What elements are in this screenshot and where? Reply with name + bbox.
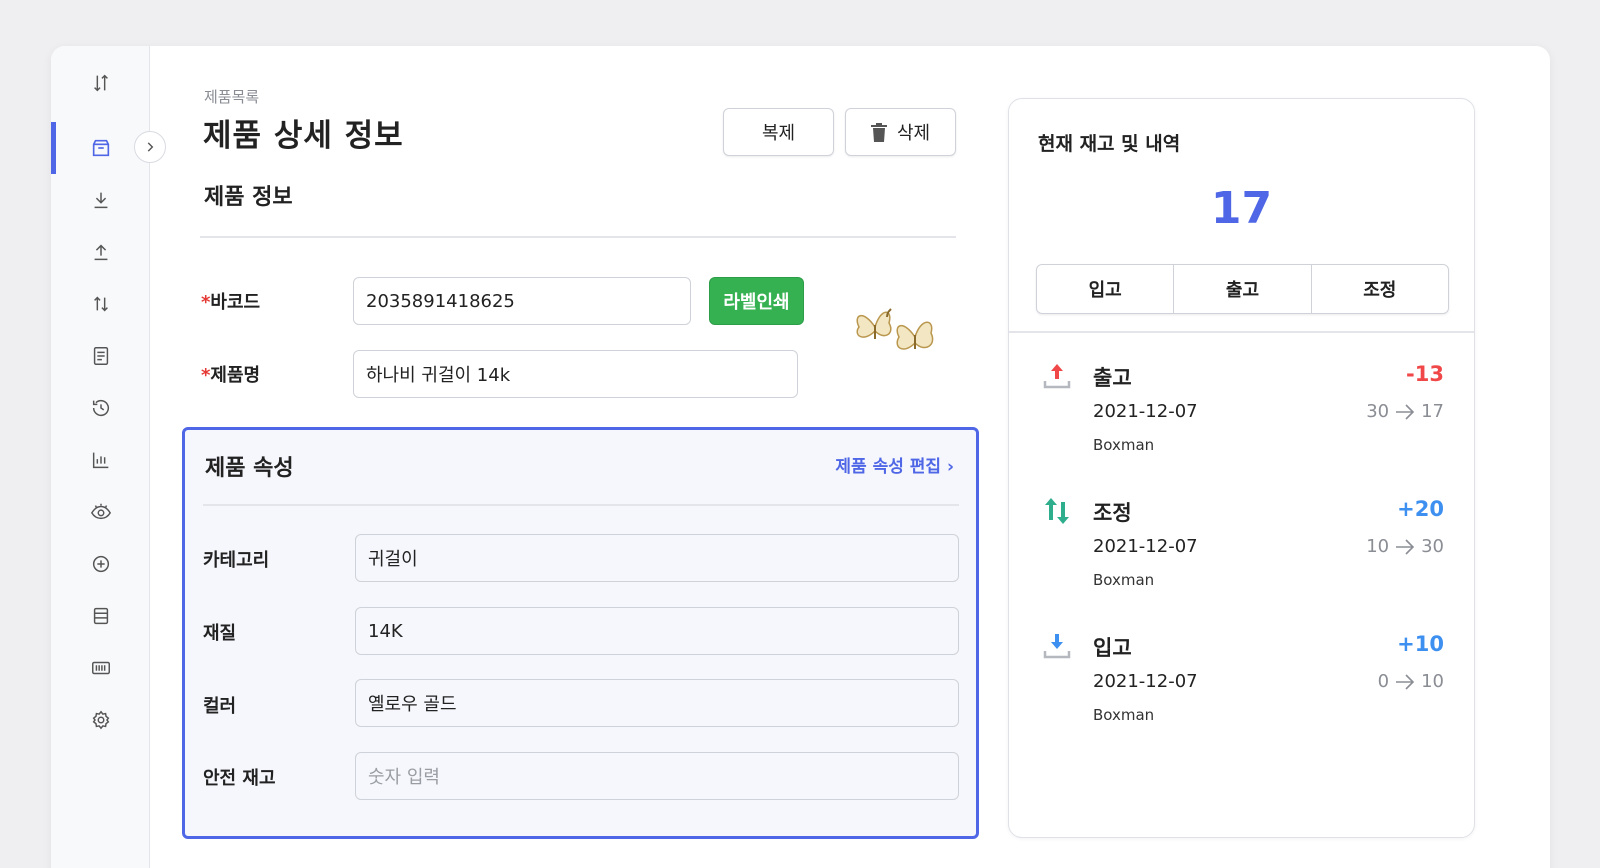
history-date: 2021-12-07 [1093, 536, 1198, 557]
history-icon[interactable] [51, 382, 150, 434]
color-label: 컬러 [203, 696, 237, 717]
product-info-title: 제품 정보 [204, 185, 293, 210]
arrow-right-icon [1396, 538, 1415, 555]
history-user: Boxman [1093, 706, 1155, 724]
arrow-right-icon [1396, 673, 1415, 690]
barcode-icon[interactable] [51, 642, 150, 694]
delete-button[interactable]: 삭제 [845, 108, 956, 156]
outbound-icon[interactable] [51, 226, 150, 278]
safety-stock-input[interactable]: 숫자 입력 [355, 752, 959, 800]
panel-divider [1009, 331, 1474, 333]
product-name-label: *제품명 [201, 365, 261, 386]
history-type: 조정 [1093, 501, 1132, 525]
add-circle-icon[interactable] [51, 538, 150, 590]
history-item[interactable]: 입고 +10 2021-12-07 0 10 Boxman [1009, 631, 1474, 731]
eye-icon[interactable] [51, 486, 150, 538]
material-label: 재질 [203, 623, 237, 644]
attributes-title: 제품 속성 [205, 456, 294, 481]
history-item[interactable]: 출고 -13 2021-12-07 30 17 Boxman [1009, 361, 1474, 461]
chevron-right-icon: › [946, 457, 954, 477]
adjust-button[interactable]: 조정 [1312, 265, 1448, 313]
inbound-button[interactable]: 입고 [1037, 265, 1175, 313]
database-icon[interactable] [51, 590, 150, 642]
adjust-icon[interactable] [51, 278, 150, 330]
safety-stock-label: 안전 재고 [203, 768, 276, 789]
breadcrumb[interactable]: 제품목록 [204, 86, 259, 107]
category-input[interactable]: 귀걸이 [355, 534, 959, 582]
history-delta: +10 [1397, 632, 1444, 656]
barcode-label: *바코드 [201, 292, 261, 313]
history-user: Boxman [1093, 571, 1155, 589]
history-date: 2021-12-07 [1093, 401, 1198, 422]
chevron-right-icon [147, 142, 154, 152]
sort-icon[interactable] [51, 57, 150, 109]
history-item[interactable]: 조정 +20 2021-12-07 10 30 Boxman [1009, 496, 1474, 596]
stock-action-tabs: 입고 출고 조정 [1036, 264, 1449, 314]
bar-chart-icon[interactable] [51, 434, 150, 486]
settings-gear-icon[interactable] [51, 694, 150, 746]
category-label: 카테고리 [203, 550, 270, 571]
duplicate-label: 복제 [761, 123, 796, 144]
app-window: 제품목록 제품 상세 정보 복제 삭제 제품 정보 *바코드 203589141… [51, 46, 1550, 868]
download-arrow-icon [1043, 634, 1071, 659]
duplicate-button[interactable]: 복제 [723, 108, 834, 156]
history-date: 2021-12-07 [1093, 671, 1198, 692]
history-flow: 10 30 [1366, 536, 1444, 557]
trash-icon [870, 122, 887, 142]
section-divider [200, 236, 956, 238]
delete-label: 삭제 [896, 123, 931, 144]
upload-arrow-icon [1043, 364, 1071, 389]
page-title: 제품 상세 정보 [203, 118, 404, 154]
history-delta: +20 [1397, 497, 1444, 521]
history-user: Boxman [1093, 436, 1155, 454]
history-type: 출고 [1093, 366, 1132, 390]
stock-panel-title: 현재 재고 및 내역 [1038, 133, 1181, 155]
arrow-right-icon [1396, 403, 1415, 420]
history-flow: 0 10 [1377, 671, 1444, 692]
current-stock-count: 17 [1210, 183, 1273, 234]
inbound-icon[interactable] [51, 174, 150, 226]
expand-sidebar-button[interactable] [134, 131, 166, 163]
label-print-button[interactable]: 라벨인쇄 [709, 277, 804, 325]
attributes-divider [203, 504, 959, 506]
barcode-input[interactable]: 2035891418625 [353, 277, 691, 325]
product-name-input[interactable]: 하나비 귀걸이 14k [353, 350, 798, 398]
product-image[interactable] [851, 301, 946, 366]
edit-attributes-link[interactable]: 제품 속성 편집 › [835, 452, 954, 477]
adjust-arrows-icon [1045, 498, 1069, 524]
history-delta: -13 [1406, 362, 1444, 386]
product-attributes-panel: 제품 속성 제품 속성 편집 › 카테고리 귀걸이 재질 14K 컬러 옐로우 … [182, 427, 979, 839]
history-flow: 30 17 [1366, 401, 1444, 422]
document-icon[interactable] [51, 330, 150, 382]
material-input[interactable]: 14K [355, 607, 959, 655]
color-input[interactable]: 옐로우 골드 [355, 679, 959, 727]
history-type: 입고 [1093, 636, 1132, 660]
outbound-button[interactable]: 출고 [1174, 265, 1312, 313]
sidebar [51, 46, 150, 868]
stock-history-panel: 현재 재고 및 내역 17 입고 출고 조정 출고 -13 2021-12-07… [1008, 98, 1475, 838]
